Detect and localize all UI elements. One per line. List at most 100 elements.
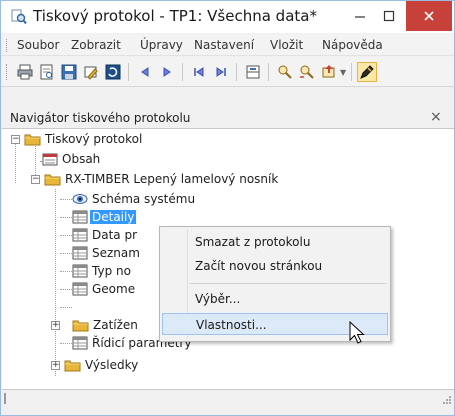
tree-item-label: Typ no <box>92 264 131 278</box>
tree-item-vysledky[interactable]: Výsledky <box>64 356 138 374</box>
prev-page-button[interactable] <box>135 62 155 82</box>
print-preview-button[interactable] <box>37 62 57 82</box>
maximize-button[interactable] <box>374 1 404 31</box>
tree-connector <box>60 235 72 236</box>
tree-item-schema-systemu[interactable]: Schéma systému <box>72 190 195 208</box>
print-icon <box>17 64 33 80</box>
navigator-title: Navigátor tiskového protokolu <box>10 111 191 125</box>
close-button[interactable] <box>406 1 452 31</box>
tools-button[interactable] <box>81 62 101 82</box>
tree-connector <box>60 253 72 254</box>
tree-item-label: Zatížen <box>93 318 138 332</box>
search-next-button[interactable] <box>297 62 317 82</box>
tree-expander-expand[interactable]: + <box>51 361 60 370</box>
tree-connector <box>60 199 72 200</box>
tree-item-data[interactable]: Data pr <box>72 226 137 244</box>
export-button[interactable] <box>319 62 339 82</box>
tools-icon <box>84 66 98 80</box>
tree-item-obsah[interactable]: Obsah <box>42 150 100 168</box>
tree-connector <box>60 307 72 308</box>
horizontal-scrollbar[interactable] <box>2 390 454 407</box>
menu-separator <box>190 283 386 284</box>
tree-expander-expand[interactable]: + <box>51 321 60 330</box>
tree-connector <box>60 217 72 218</box>
export-dropdown-arrow-icon[interactable]: ▼ <box>340 68 346 77</box>
tree-item-label: Seznam <box>92 246 140 260</box>
menu-napoveda[interactable]: Nápověda <box>322 38 383 52</box>
report-window: Tiskový protokol - TP1: Všechna data* So… <box>0 0 455 416</box>
menu-nastaveni[interactable]: Nastavení <box>194 38 254 52</box>
resize-grip-icon[interactable] <box>442 395 452 405</box>
toolbar-separator <box>236 63 237 81</box>
folder-icon <box>64 360 81 372</box>
tree-item-rx-timber[interactable]: RX-TIMBER Lepený lamelový nosník <box>44 170 278 188</box>
tree-item-geometrie[interactable]: Geome <box>72 280 135 298</box>
page-setup-button[interactable] <box>243 62 263 82</box>
menu-item-label: Smazat z protokolu <box>195 235 311 249</box>
tree-item-typ[interactable]: Typ no <box>72 262 131 280</box>
menu-bar: Soubor Zobrazit Úpravy Nastavení Vložit … <box>1 34 454 56</box>
table-icon <box>72 282 88 296</box>
tree-connector <box>15 143 16 183</box>
first-page-button[interactable] <box>189 62 209 82</box>
toolbar-grip <box>6 64 9 80</box>
tree-expander-collapse[interactable]: − <box>11 135 20 144</box>
menu-zobrazit[interactable]: Zobrazit <box>71 38 121 52</box>
scroll-thumb[interactable] <box>4 393 6 404</box>
menu-item-start-new-page[interactable]: Začít novou stránkou <box>162 255 388 277</box>
menu-item-label: Vlastnosti... <box>196 318 267 332</box>
close-icon <box>424 11 434 21</box>
navigator-header: Navigátor tiskového protokolu × <box>2 108 454 128</box>
tree-expander-collapse[interactable]: − <box>31 175 40 184</box>
search-button[interactable] <box>275 62 295 82</box>
tree-connector <box>60 271 72 272</box>
minimize-button[interactable] <box>346 1 374 31</box>
tree-connector <box>60 289 72 290</box>
tree-item-detaily[interactable]: Detaily <box>72 208 137 226</box>
folder-icon <box>72 320 89 332</box>
tree-item-label: RX-TIMBER Lepený lamelový nosník <box>65 172 279 186</box>
table-icon <box>72 336 88 350</box>
page-setup-icon <box>246 65 260 79</box>
folder-icon <box>24 134 41 146</box>
menu-item-delete-from-report[interactable]: Smazat z protokolu <box>162 231 388 253</box>
tree-item-label: Schéma systému <box>92 192 196 206</box>
search-next-icon <box>300 65 314 79</box>
table-icon <box>72 228 88 242</box>
refresh-icon <box>105 64 121 80</box>
menu-vlozit[interactable]: Vložit <box>270 38 303 52</box>
maximize-icon <box>383 10 395 22</box>
last-page-button[interactable] <box>211 62 231 82</box>
menu-item-label: Výběr... <box>195 292 241 306</box>
tree-item-label: Data pr <box>92 228 138 242</box>
tree-item-label: Tiskový protokol <box>45 132 143 146</box>
menu-item-selection[interactable]: Výběr... <box>162 288 388 310</box>
toolbar-separator <box>182 63 183 81</box>
title-bar[interactable]: Tiskový protokol - TP1: Všechna data* <box>1 1 454 33</box>
folder-icon <box>44 174 61 186</box>
menu-soubor[interactable]: Soubor <box>17 38 59 52</box>
tree-item-zatizeni[interactable]: Zatížen <box>72 316 138 334</box>
eye-icon <box>72 194 88 204</box>
toc-icon <box>42 153 58 166</box>
next-page-button[interactable] <box>157 62 177 82</box>
tree-item-tiskovy-protokol[interactable]: Tiskový protokol <box>24 130 142 148</box>
tree-item-seznam[interactable]: Seznam <box>72 244 140 262</box>
toolbar-separator <box>268 63 269 81</box>
print-button[interactable] <box>15 62 35 82</box>
prev-icon <box>141 67 149 77</box>
pen-button[interactable] <box>357 62 377 82</box>
search-icon <box>278 65 292 79</box>
menu-upravy[interactable]: Úpravy <box>140 38 183 52</box>
navigator-close-icon[interactable]: × <box>430 109 442 125</box>
menu-grip <box>6 39 9 52</box>
save-button[interactable] <box>59 62 79 82</box>
save-icon <box>61 64 77 80</box>
tree-item-label: Obsah <box>62 152 101 166</box>
toolbar: ▼ <box>1 57 454 87</box>
tree-item-label: Geome <box>92 282 136 296</box>
print-preview-icon <box>40 64 53 80</box>
refresh-button[interactable] <box>103 62 123 82</box>
toolbar-separator <box>351 63 352 81</box>
tree-connector <box>60 343 72 344</box>
